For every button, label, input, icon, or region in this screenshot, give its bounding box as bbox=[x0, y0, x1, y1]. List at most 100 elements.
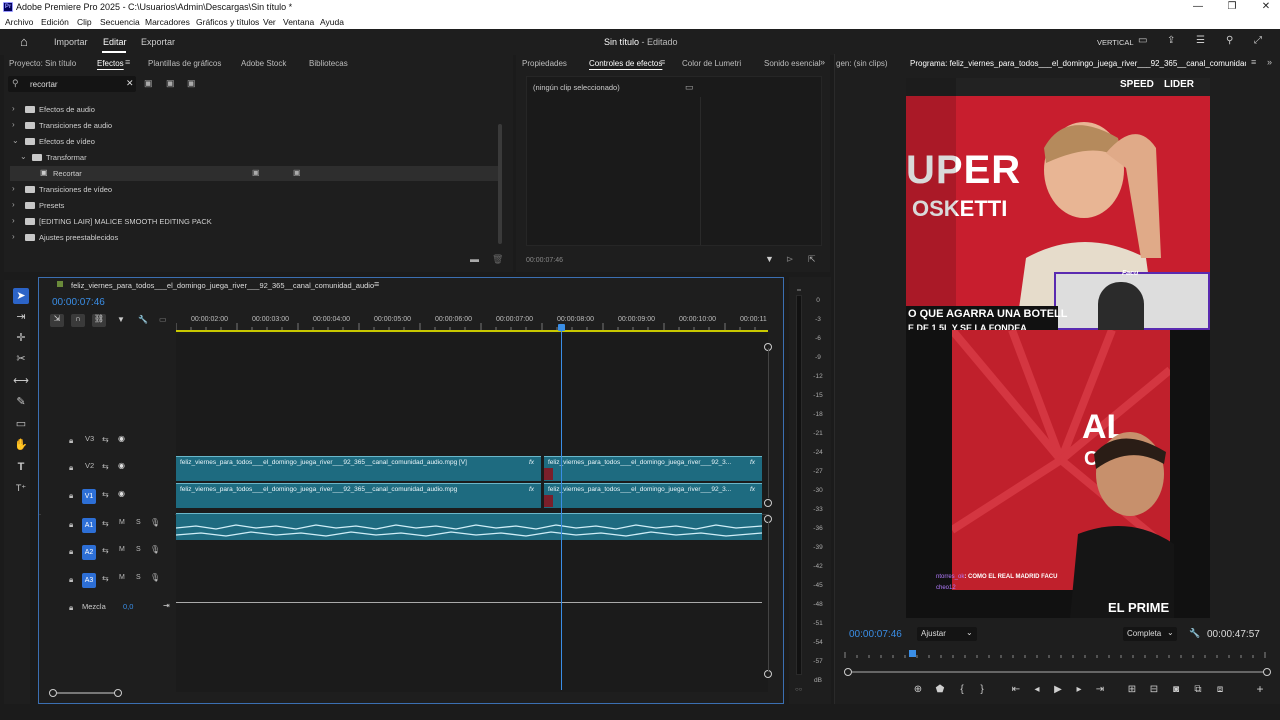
scrollbar[interactable] bbox=[498, 124, 502, 244]
close-icon[interactable]: ✕ bbox=[1256, 1, 1276, 12]
lock-icon[interactable]: 🔒︎ bbox=[69, 603, 73, 613]
panel-menu-icon[interactable]: ≡ bbox=[125, 57, 130, 67]
menu-ayuda[interactable]: Ayuda bbox=[320, 17, 344, 27]
nav-importar[interactable]: Importar bbox=[54, 37, 88, 47]
timeline-timecode[interactable]: 00:00:07:46 bbox=[52, 297, 105, 308]
32bit-effects-icon[interactable]: ▣ bbox=[166, 78, 175, 89]
panel-menu-icon[interactable]: ≡ bbox=[1251, 57, 1256, 67]
search-input[interactable]: recortar bbox=[30, 80, 58, 89]
solo-icon[interactable]: S bbox=[136, 546, 141, 553]
type-tool-icon[interactable]: T bbox=[13, 459, 29, 475]
maximize-icon[interactable]: ❐ bbox=[1222, 1, 1242, 12]
menu-edicion[interactable]: Edición bbox=[41, 17, 69, 27]
play-audio-icon[interactable]: ⊳ bbox=[786, 254, 794, 265]
selection-tool-icon[interactable]: ➤ bbox=[13, 288, 29, 304]
monitor-zoom-right[interactable] bbox=[1263, 668, 1271, 676]
razor-tool-icon[interactable]: ✂ bbox=[13, 351, 29, 367]
lock-icon[interactable]: 🔒︎ bbox=[69, 463, 73, 473]
track-label-a3[interactable]: A3 bbox=[82, 573, 96, 588]
add-marker-icon[interactable]: ▼ bbox=[117, 315, 125, 324]
button-editor-icon[interactable]: + bbox=[1253, 682, 1267, 696]
slip-tool-icon[interactable]: ⟷ bbox=[13, 373, 29, 389]
menu-marcadores[interactable]: Marcadores bbox=[145, 17, 190, 27]
tree-item-ajustes[interactable]: › Ajustes preestablecidos bbox=[10, 230, 500, 245]
play-icon[interactable]: ▶ bbox=[1051, 684, 1065, 695]
linked-selection-icon[interactable]: ⛓ bbox=[92, 314, 106, 327]
solo-icon[interactable]: S bbox=[136, 519, 141, 526]
nav-editar[interactable]: Editar bbox=[103, 37, 127, 47]
monitor-zoom-left[interactable] bbox=[844, 668, 852, 676]
new-bin-icon[interactable]: ▬ bbox=[470, 254, 479, 264]
track-label-v3[interactable]: V3 bbox=[85, 434, 94, 443]
menu-graficos[interactable]: Gráficos y títulos bbox=[196, 17, 259, 27]
monitor-playhead[interactable] bbox=[909, 650, 916, 657]
insert-icon[interactable]: ⊞ bbox=[1125, 684, 1139, 695]
camera-icon[interactable]: ◙ bbox=[1169, 684, 1183, 695]
sync-lock-icon[interactable]: ⇆ bbox=[102, 435, 109, 444]
sync-lock-icon[interactable]: ⇆ bbox=[102, 574, 109, 583]
lock-icon[interactable]: 🔒︎ bbox=[69, 547, 73, 557]
tree-item-video-effects[interactable]: ⌄ Efectos de vídeo bbox=[10, 134, 500, 149]
track-label-v1[interactable]: V1 bbox=[82, 489, 96, 504]
zoom-handle-left[interactable] bbox=[49, 689, 57, 697]
lift-icon[interactable]: ⊕ bbox=[911, 684, 925, 695]
microphone-icon[interactable]: 🎙︎ bbox=[150, 518, 160, 527]
delete-icon[interactable]: 🗑 bbox=[492, 254, 503, 265]
clip-v2-a[interactable]: feliz_viernes_para_todos___el_domingo_ju… bbox=[176, 456, 541, 481]
sync-lock-icon[interactable]: ⇆ bbox=[102, 546, 109, 555]
fullscreen-icon[interactable]: ⤢ bbox=[1254, 35, 1262, 46]
more-tabs-icon[interactable]: » bbox=[820, 57, 825, 67]
tree-item-recortar[interactable]: ▣ Recortar ▣ ▣ bbox=[10, 166, 500, 181]
panel-menu-icon[interactable]: ≡ bbox=[374, 279, 379, 289]
microphone-icon[interactable]: 🎙︎ bbox=[150, 545, 160, 554]
tab-efectos[interactable]: Efectos bbox=[97, 59, 124, 68]
menu-archivo[interactable]: Archivo bbox=[5, 17, 33, 27]
menu-ventana[interactable]: Ventana bbox=[283, 17, 314, 27]
track-label-v2[interactable]: V2 bbox=[85, 461, 94, 470]
monitor-zoom-bar[interactable] bbox=[852, 671, 1264, 673]
hand-tool-icon[interactable]: ✋ bbox=[13, 437, 29, 453]
text-caption-tool-icon[interactable]: T⁺ bbox=[13, 480, 29, 496]
panel-menu-icon[interactable]: ≡ bbox=[660, 57, 665, 67]
quick-export-icon[interactable]: ☰ bbox=[1196, 35, 1205, 46]
search-icon[interactable]: ⚲ bbox=[1226, 35, 1233, 46]
eye-icon[interactable]: ◉ bbox=[118, 434, 125, 443]
audio-clip-a1[interactable] bbox=[175, 513, 763, 540]
track-select-tool-icon[interactable]: ⇥ bbox=[13, 309, 29, 325]
lock-icon[interactable]: 🔒︎ bbox=[69, 436, 73, 446]
tree-item-video-transitions[interactable]: › Transiciones de vídeo bbox=[10, 182, 500, 197]
mix-value[interactable]: 0,0 bbox=[123, 602, 133, 611]
tree-item-presets[interactable]: › Presets bbox=[10, 198, 500, 213]
nest-icon[interactable]: ⇲ bbox=[50, 314, 64, 327]
microphone-icon[interactable]: 🎙︎ bbox=[150, 573, 160, 582]
yuv-effects-icon[interactable]: ▣ bbox=[187, 78, 196, 89]
sync-lock-icon[interactable]: ⇆ bbox=[102, 519, 109, 528]
clip-v1-b[interactable]: feliz_viernes_para_todos___el_domingo_ju… bbox=[544, 483, 762, 508]
track-label-a2[interactable]: A2 bbox=[82, 545, 96, 560]
tree-item-editing-lair[interactable]: › [EDITING LAIR] MALICE SMOOTH EDITING PA… bbox=[10, 214, 500, 229]
tab-program[interactable]: Programa: feliz_viernes_para_todos___el_… bbox=[910, 59, 1246, 68]
mark-in-icon[interactable]: { bbox=[955, 684, 969, 695]
panel-layout-icon[interactable]: ▭ bbox=[1138, 35, 1147, 46]
wrench-icon[interactable]: 🔧 bbox=[1189, 628, 1200, 639]
tab-propiedades[interactable]: Propiedades bbox=[522, 59, 567, 68]
captions-icon[interactable]: ▭ bbox=[159, 315, 167, 324]
nav-exportar[interactable]: Exportar bbox=[141, 37, 175, 47]
snap-icon[interactable]: ∩ bbox=[71, 314, 85, 327]
filter-icon[interactable]: ▼ bbox=[765, 254, 774, 264]
program-video[interactable]: SPEED LIDER UPER OSKETTI Facu O QUE AGAR… bbox=[906, 78, 1210, 618]
ripple-edit-tool-icon[interactable]: ✛ bbox=[13, 330, 29, 346]
lock-icon[interactable]: 🔒︎ bbox=[69, 520, 73, 530]
accelerated-effects-icon[interactable]: ▣ bbox=[144, 78, 153, 89]
eye-icon[interactable]: ◉ bbox=[118, 489, 125, 498]
comparison-view-icon[interactable]: ⧉ bbox=[1191, 684, 1205, 695]
clip-v2-b[interactable]: feliz_viernes_para_todos___el_domingo_ju… bbox=[544, 456, 762, 481]
tab-lumetri[interactable]: Color de Lumetri bbox=[682, 59, 741, 68]
go-to-out-icon[interactable]: ⇥ bbox=[1093, 684, 1107, 695]
clip-v1-a[interactable]: feliz_viernes_para_todos___el_domingo_ju… bbox=[176, 483, 541, 508]
more-tabs-icon[interactable]: » bbox=[1267, 57, 1272, 67]
home-icon[interactable]: ⌂ bbox=[20, 34, 28, 49]
go-to-in-icon[interactable]: ⇤ bbox=[1009, 684, 1023, 695]
tab-bibliotecas[interactable]: Bibliotecas bbox=[309, 59, 348, 68]
share-icon[interactable]: ⇪ bbox=[1167, 35, 1175, 46]
